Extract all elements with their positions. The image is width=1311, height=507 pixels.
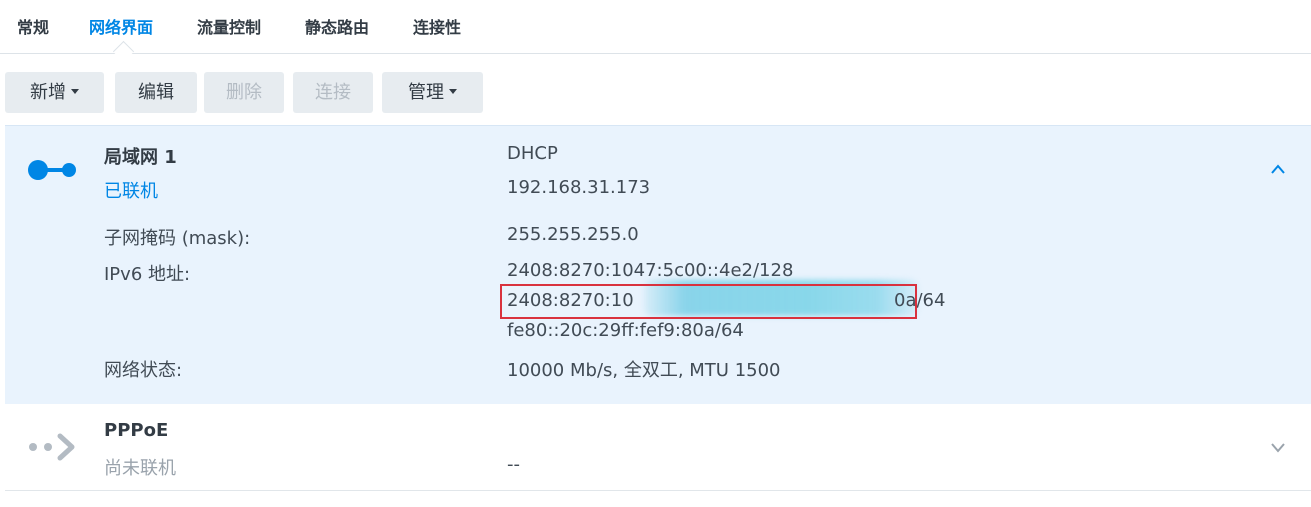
network-status-value: 10000 Mb/s, 全双工, MTU 1500	[507, 360, 781, 381]
disconnected-interface-icon	[29, 433, 75, 461]
delete-button[interactable]: 删除	[204, 72, 284, 113]
tab-traffic-control[interactable]: 流量控制	[197, 14, 261, 38]
interface-status: 尚未联机	[104, 458, 176, 479]
tab-static-route[interactable]: 静态路由	[305, 14, 369, 38]
manage-button[interactable]: 管理	[382, 72, 483, 113]
interface-ip: --	[507, 454, 520, 475]
edit-button[interactable]: 编辑	[115, 72, 197, 113]
connected-interface-icon	[28, 160, 76, 180]
dropdown-caret-icon	[71, 89, 79, 94]
highlight-box	[500, 284, 917, 319]
connect-button[interactable]: 连接	[293, 72, 373, 113]
ipv6-label: IPv6 地址:	[104, 264, 191, 285]
dropdown-caret-icon	[449, 89, 457, 94]
interface-name: PPPoE	[104, 420, 169, 441]
active-tab-indicator	[112, 40, 135, 63]
interface-status: 已联机	[104, 181, 158, 202]
interface-name: 局域网 1	[104, 147, 177, 168]
add-button[interactable]: 新增	[5, 72, 104, 113]
tab-bar: 常规 网络界面 流量控制 静态路由 连接性	[0, 0, 1311, 63]
mask-label: 子网掩码 (mask):	[104, 228, 251, 249]
interface-ip: 192.168.31.173	[507, 177, 651, 198]
interface-mode: DHCP	[507, 143, 558, 164]
ipv6-address-1: 2408:8270:1047:5c00::4e2/128	[507, 260, 794, 281]
chevron-down-icon[interactable]	[1269, 440, 1287, 454]
mask-value: 255.255.255.0	[507, 224, 639, 245]
tab-connectivity[interactable]: 连接性	[413, 14, 461, 38]
tab-network-interface[interactable]: 网络界面	[89, 14, 153, 38]
manage-button-label: 管理	[408, 82, 444, 103]
add-button-label: 新增	[30, 82, 66, 103]
interface-row-pppoe[interactable]	[5, 404, 1311, 491]
connect-button-label: 连接	[315, 82, 351, 103]
delete-button-label: 删除	[226, 82, 262, 103]
network-status-label: 网络状态:	[104, 360, 183, 381]
chevron-up-icon[interactable]	[1269, 162, 1287, 176]
ipv6-address-3: fe80::20c:29ff:fef9:80a/64	[507, 320, 744, 341]
edit-button-label: 编辑	[138, 82, 174, 103]
tab-general[interactable]: 常规	[17, 14, 49, 38]
